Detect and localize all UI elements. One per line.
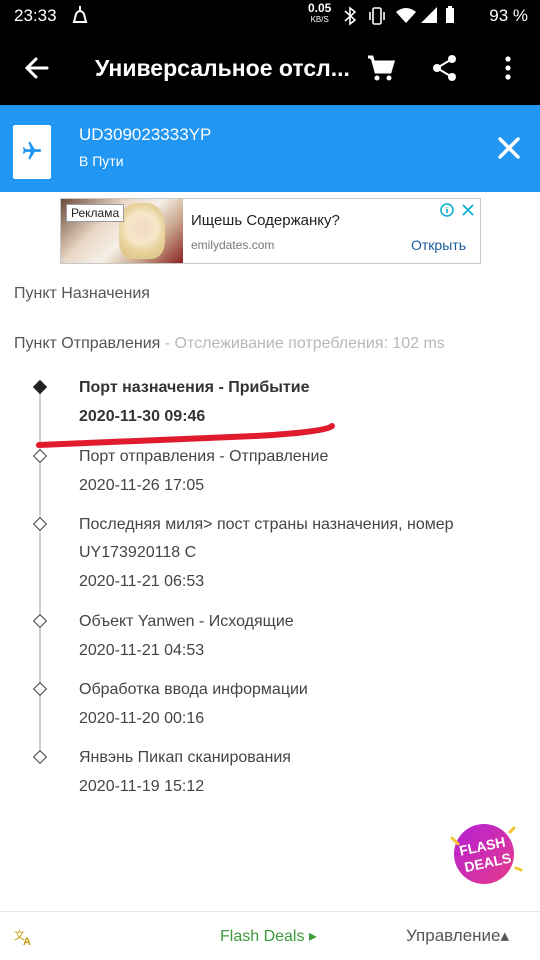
bluetooth-icon (344, 6, 357, 31)
event-date: 2020-11-21 06:53 (79, 573, 205, 590)
origin-label: Пункт Отправления (14, 335, 161, 352)
timeline-event: Янвэнь Пикап сканирования 2020-11-19 15:… (79, 744, 291, 801)
network-speed: 0.05 KB/S (308, 1, 332, 25)
flash-deals-link[interactable]: Flash Deals ▸ (220, 926, 317, 946)
back-arrow-icon[interactable] (22, 53, 52, 83)
ad-open-button[interactable]: Открыть (411, 237, 466, 253)
destination-label[interactable]: Пункт Назначения (14, 285, 150, 303)
tracking-number: UD309023333YP (79, 125, 212, 144)
vibrate-icon (368, 6, 386, 31)
ad-label: Реклама (66, 204, 125, 222)
battery-icon (445, 6, 455, 29)
airplane-icon (13, 125, 51, 179)
wifi-icon (395, 6, 417, 29)
manage-button[interactable]: Управление▴ (406, 926, 509, 946)
timeline-dot (32, 516, 48, 532)
net-speed-unit: KB/S (310, 15, 329, 24)
timeline-dot (32, 613, 48, 629)
event-date: 2020-11-20 00:16 (79, 710, 205, 727)
ad-headline[interactable]: Ищешь Содержанку? (191, 212, 340, 229)
share-icon[interactable] (430, 53, 460, 83)
ad-domain: emilydates.com (191, 238, 275, 252)
event-date: 2020-11-19 15:12 (79, 778, 205, 795)
translate-icon[interactable]: 文A (14, 928, 34, 951)
cart-icon[interactable] (366, 53, 396, 83)
more-vert-icon[interactable] (496, 53, 526, 83)
event-title: Последняя миля> пост страны назначения, … (79, 516, 454, 533)
notification-icon (72, 4, 88, 29)
red-marker-stroke (36, 423, 335, 448)
svg-text:A: A (23, 936, 31, 946)
timeline-dot-active (32, 379, 48, 395)
event-date: 2020-11-26 17:05 (79, 477, 205, 494)
event-date: 2020-11-21 04:53 (79, 642, 205, 659)
ad-info-icon[interactable] (438, 202, 456, 218)
timeline-dot (32, 749, 48, 765)
event-title: Обработка ввода информации (79, 681, 308, 698)
app-toolbar: Универсальное отсл... (0, 33, 540, 105)
timeline-event: Порт отправления - Отправление 2020-11-2… (79, 443, 328, 500)
net-speed-value: 0.05 (308, 1, 332, 15)
signal-icon (420, 6, 438, 29)
timeline-event: Последняя миля> пост страны назначения, … (79, 511, 454, 596)
close-icon[interactable] (496, 135, 522, 166)
tracking-status: В Пути (79, 153, 124, 169)
timeline-event: Обработка ввода информации 2020-11-20 00… (79, 676, 308, 733)
page-title: Универсальное отсл... (95, 55, 350, 81)
timeline-dot (32, 448, 48, 464)
tracking-banner[interactable]: UD309023333YP В Пути (0, 105, 540, 192)
event-title: Порт назначения - Прибытие (79, 379, 310, 396)
origin-row[interactable]: Пункт Отправления - Отслеживание потребл… (14, 335, 445, 353)
status-bar: 23:33 0.05 KB/S 93 % (0, 0, 540, 33)
event-title: Янвэнь Пикап сканирования (79, 749, 291, 766)
bottom-bar: 文A Flash Deals ▸ Управление▴ (0, 911, 540, 960)
event-title: Объект Yanwen - Исходящие (79, 613, 294, 630)
event-title-cont: UY173920118 C (79, 544, 197, 561)
timeline-event: Объект Yanwen - Исходящие 2020-11-21 04:… (79, 608, 294, 665)
flash-deals-badge[interactable]: FLASH DEALS (444, 818, 524, 888)
timeline-dot (32, 681, 48, 697)
ad-close-icon[interactable] (459, 202, 477, 218)
status-time: 23:33 (14, 6, 57, 25)
tracking-latency: - Отслеживание потребления: 102 ms (160, 335, 445, 352)
ad-banner[interactable]: Реклама Ищешь Содержанку? emilydates.com… (60, 198, 481, 264)
battery-level: 93 % (489, 6, 528, 25)
